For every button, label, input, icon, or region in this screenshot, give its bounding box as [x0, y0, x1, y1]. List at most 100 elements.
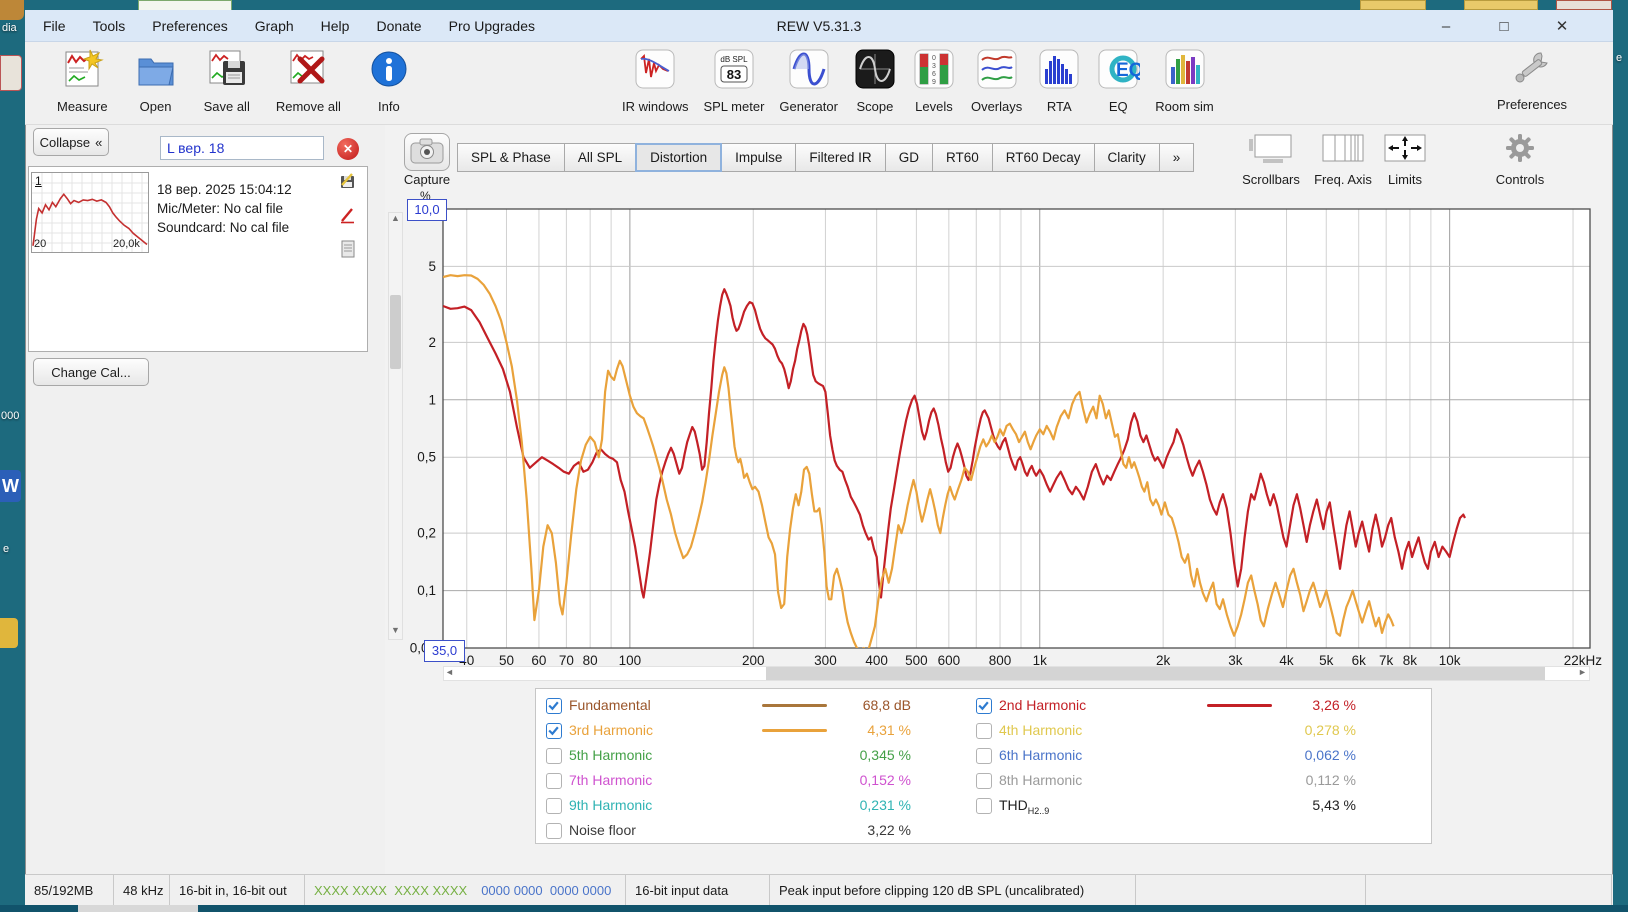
menu-file[interactable]: File — [43, 18, 66, 34]
legend-value-6th-harmonic: 0,062 % — [1304, 747, 1356, 763]
roomsim-icon — [1163, 47, 1207, 96]
legend-label-6th-harmonic: 6th Harmonic — [999, 747, 1083, 763]
distortion-plot[interactable]: 40 50 60 70 80 100 200 300 400 500 600 800 1k 2k 3k 4k 5… — [395, 185, 1605, 685]
measurement-soundcard: Soundcard: No cal file — [157, 220, 290, 235]
tab-gd[interactable]: GD — [884, 143, 933, 172]
svg-text:dB SPL: dB SPL — [720, 55, 748, 64]
irwindows-button[interactable]: IR windows — [622, 47, 688, 114]
desktop-edge — [0, 905, 1628, 912]
legend-value-noise-floor: 3,22 % — [867, 822, 911, 838]
menu-graph[interactable]: Graph — [255, 18, 294, 34]
y-axis-top-limit-box[interactable]: 10,0 — [407, 199, 447, 221]
window-controls: – □ ✕ — [1435, 10, 1573, 42]
graph-tabs: SPL & Phase All SPL Distortion Impulse Filte… — [457, 143, 1195, 172]
checkbox-thd[interactable] — [976, 798, 992, 814]
tab-clarity[interactable]: Clarity — [1093, 143, 1160, 172]
controls-button[interactable]: Controls — [1472, 133, 1568, 187]
saveall-button[interactable]: Save all — [204, 47, 250, 114]
checkbox-fundamental[interactable] — [546, 698, 562, 714]
scope-button[interactable]: Scope — [853, 47, 897, 114]
saveall-icon — [205, 47, 249, 96]
tab-rt60[interactable]: RT60 — [931, 143, 993, 172]
scroll-right-icon[interactable]: ► — [1578, 668, 1587, 677]
limits-button[interactable]: Limits — [1357, 133, 1453, 187]
legend-value-fundamental: 68,8 dB — [862, 697, 911, 713]
info-button[interactable]: Info — [367, 47, 411, 114]
legend-value-8th-harmonic: 0,112 % — [1305, 772, 1356, 788]
measurement-name-input[interactable] — [160, 136, 324, 160]
capture-button[interactable] — [404, 133, 450, 171]
eq-icon: EQ — [1096, 47, 1144, 96]
status-cell-2: 16-bit in, 16-bit out — [170, 875, 305, 905]
status-cell-7 — [1366, 875, 1612, 905]
checkbox-9th-harmonic[interactable] — [546, 798, 562, 814]
tab-filtered-ir[interactable]: Filtered IR — [795, 143, 886, 172]
wrench-icon — [1511, 47, 1553, 94]
removeall-button[interactable]: Remove all — [276, 47, 341, 114]
menu-donate[interactable]: Donate — [376, 18, 421, 34]
legend-value-2nd-harmonic: 3,26 % — [1312, 697, 1356, 713]
preferences-button[interactable]: Preferences — [1477, 47, 1587, 112]
delete-measurement-icon[interactable]: ✕ — [337, 138, 359, 160]
checkbox-5th-harmonic[interactable] — [546, 748, 562, 764]
change-cal-button[interactable]: Change Cal... — [33, 358, 149, 386]
tab-[interactable]: » — [1158, 143, 1195, 172]
checkbox-8th-harmonic[interactable] — [976, 773, 992, 789]
rta-button[interactable]: RTA — [1037, 47, 1081, 114]
menu-tools[interactable]: Tools — [93, 18, 126, 34]
x-axis-left-limit-box[interactable]: 35,0 — [424, 640, 465, 662]
splmeter-button[interactable]: dB SPL 83 SPL meter — [703, 47, 764, 114]
open-button[interactable]: Open — [134, 47, 178, 114]
collapse-button[interactable]: Collapse « — [33, 128, 109, 156]
status-hex: XXXX XXXX XXXX XXXX — [314, 882, 468, 898]
checkbox-7th-harmonic[interactable] — [546, 773, 562, 789]
scroll-left-icon[interactable]: ◄ — [445, 668, 454, 677]
toolbar-left-group: Measure Open Save all Remove all Info — [57, 47, 411, 114]
eq-button[interactable]: EQ EQ — [1096, 47, 1144, 114]
collapse-chevron-icon: « — [95, 134, 103, 150]
desktop-icon-fragment — [1360, 0, 1426, 10]
irwindows-icon — [633, 47, 677, 96]
y-tick: 5 — [428, 259, 436, 274]
tab-all-spl[interactable]: All SPL — [563, 143, 637, 172]
tab-impulse[interactable]: Impulse — [721, 143, 797, 172]
roomsim-button[interactable]: Room sim — [1155, 47, 1214, 114]
trace-style-pen-icon[interactable] — [339, 206, 357, 229]
status-cell-5: Peak input before clipping 120 dB SPL (u… — [770, 875, 1136, 905]
tab-distortion[interactable]: Distortion — [635, 143, 723, 172]
legend-label-7th-harmonic: 7th Harmonic — [569, 772, 653, 788]
limits-icon — [1383, 133, 1427, 168]
maximize-button[interactable]: □ — [1493, 18, 1515, 35]
levels-button[interactable]: 0 3 6 9 Levels — [912, 47, 956, 114]
tab-spl-phase[interactable]: SPL & Phase — [457, 143, 565, 172]
desktop-icon-fragment — [0, 55, 22, 91]
measure-button[interactable]: Measure — [57, 47, 108, 114]
menu-help[interactable]: Help — [321, 18, 350, 34]
status-cell-1: 48 kHz — [114, 875, 170, 905]
menu-pro-upgrades[interactable]: Pro Upgrades — [449, 18, 535, 34]
checkbox-4th-harmonic[interactable] — [976, 723, 992, 739]
checkbox-2nd-harmonic[interactable] — [976, 698, 992, 714]
legend-label-4th-harmonic: 4th Harmonic — [999, 722, 1083, 738]
close-button[interactable]: ✕ — [1551, 17, 1573, 35]
overlays-button[interactable]: Overlays — [971, 47, 1022, 114]
legend-value-3rd-harmonic: 4,31 % — [867, 722, 911, 738]
menu-preferences[interactable]: Preferences — [152, 18, 227, 34]
legend-label-noise-floor: Noise floor — [569, 822, 636, 838]
legend-value-9th-harmonic: 0,231 % — [859, 797, 911, 813]
minimize-button[interactable]: – — [1435, 18, 1457, 35]
checkbox-3rd-harmonic[interactable] — [546, 723, 562, 739]
checkbox-noise-floor[interactable] — [546, 823, 562, 839]
tab-rt60-decay[interactable]: RT60 Decay — [991, 143, 1095, 172]
desktop-icon-label-fragment: e — [3, 543, 10, 555]
info-icon — [367, 47, 411, 96]
overlays-icon — [975, 47, 1019, 96]
status-hex: 0000 0000 0000 0000 — [481, 882, 612, 898]
legend-label-5th-harmonic: 5th Harmonic — [569, 747, 653, 763]
horizontal-scroll-thumb[interactable] — [766, 667, 1545, 680]
generator-button[interactable]: Generator — [779, 47, 838, 114]
save-measurement-icon[interactable] — [339, 172, 357, 195]
checkbox-6th-harmonic[interactable] — [976, 748, 992, 764]
notes-icon[interactable] — [340, 240, 356, 263]
legend-label-3rd-harmonic: 3rd Harmonic — [569, 722, 654, 738]
